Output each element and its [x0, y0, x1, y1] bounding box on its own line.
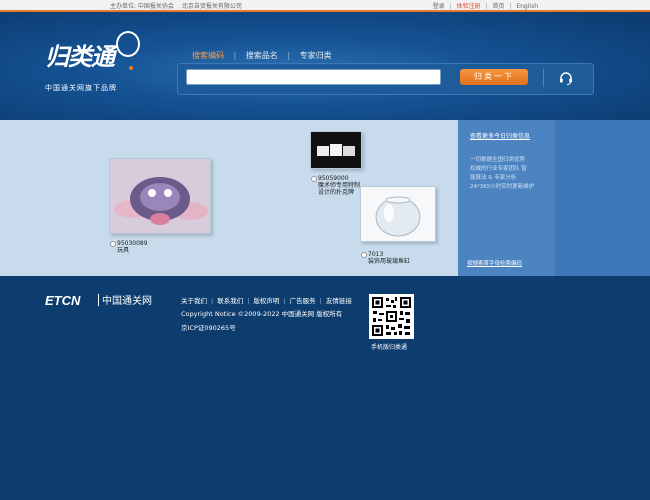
footer-links: 关于我们 | 联系我们 | 版权声明 | 广告服务 | 友情链接 — [181, 297, 352, 305]
footer-link-about[interactable]: 关于我们 — [181, 297, 207, 305]
sidebar-line: 能算法 & 专家分析 — [470, 175, 517, 181]
bullet-icon — [311, 176, 317, 182]
product-caption[interactable]: 95030089 玩具 — [117, 240, 148, 254]
footer-link-ads[interactable]: 广告服务 — [290, 297, 316, 305]
sidebar-line: 一切数据全国归类优势 — [470, 157, 526, 163]
search-tabs: 搜索编码 | 搜索品名 | 专家归类 — [192, 51, 332, 60]
product-caption[interactable]: 95059000 魔术师专用特制设计的扑克牌 — [318, 175, 363, 196]
sponsor-text: 主办单位: 中国报关协会 — [110, 3, 174, 10]
header: 归类通 中国通关网旗下品牌 搜索编码 | 搜索品名 | 专家归类 归类一下 — [0, 12, 650, 120]
etcn-logo[interactable]: ETCN 中国通关网 — [45, 292, 167, 308]
footer-link-contact[interactable]: 联系我们 — [217, 297, 243, 305]
bullet-icon — [361, 252, 367, 258]
tab-expert-classify[interactable]: 专家归类 — [300, 51, 332, 60]
product-name: 玩具 — [117, 247, 130, 254]
product-caption[interactable]: 7013 装饰用玻璃鱼缸 — [368, 251, 410, 265]
sidebar-line: 权威的行业专家团队 智 — [470, 166, 527, 172]
register-link[interactable]: 体验注册 — [457, 3, 481, 10]
logo-ring-icon — [116, 31, 140, 57]
sidebar-bottom-link[interactable]: 按搜索首字母检索编码 — [467, 259, 522, 267]
account-links: 登录 | 体验注册 | 首页 | English — [432, 3, 538, 10]
login-link[interactable]: 登录 — [433, 3, 445, 10]
sidebar-line: 24*365小时实时更新维护 — [470, 184, 535, 190]
site-logo[interactable]: 归类通 中国通关网旗下品牌 — [45, 31, 140, 97]
product-image-cards[interactable] — [310, 131, 362, 169]
etcn-brand-text: ETCN — [45, 293, 81, 308]
footer-link-friends[interactable]: 友情链接 — [326, 297, 352, 305]
top-utility-bar: 主办单位: 中国报关协会 北京自贸报关有限公司 登录 | 体验注册 | 首页 |… — [0, 0, 650, 10]
logo-name: 归类通 — [45, 43, 115, 71]
qr-caption: 手机版归类通 — [371, 344, 408, 351]
home-link[interactable]: 首页 — [492, 3, 504, 10]
sponsor-info: 主办单位: 中国报关协会 北京自贸报关有限公司 — [110, 1, 242, 10]
tab-search-name[interactable]: 搜索品名 — [246, 51, 278, 60]
product-code: 95059000 — [318, 175, 349, 182]
footer-link-copyright[interactable]: 版权声明 — [253, 297, 279, 305]
info-sidebar — [458, 120, 650, 276]
qr-code-icon — [369, 294, 414, 339]
bullet-icon — [110, 241, 116, 247]
classify-button[interactable]: 归类一下 — [460, 69, 528, 85]
tab-search-code[interactable]: 搜索编码 — [192, 51, 224, 60]
divider — [543, 69, 544, 87]
logo-dot-icon — [129, 66, 133, 70]
product-image-toy[interactable] — [109, 158, 211, 234]
company-text: 北京自贸报关有限公司 — [181, 3, 242, 10]
english-link[interactable]: English — [516, 3, 538, 10]
product-code: 7013 — [368, 251, 384, 258]
copyright-text: Copyright Notice ©2009-2022 中国通关网 版权所有 — [181, 310, 343, 318]
sidebar-title-link[interactable]: 查看更多今日归类信息 — [470, 131, 530, 140]
product-name: 装饰用玻璃鱼缸 — [368, 258, 411, 265]
search-input[interactable] — [186, 69, 441, 85]
product-image-fishbowl[interactable] — [360, 186, 436, 242]
logo-tagline: 中国通关网旗下品牌 — [45, 84, 117, 92]
search-box: 归类一下 — [177, 63, 594, 95]
etcn-brand-cn: 中国通关网 — [102, 294, 152, 307]
product-code: 95030089 — [117, 240, 148, 247]
headset-icon[interactable] — [558, 70, 574, 86]
product-name: 魔术师专用特制设计的扑克牌 — [318, 182, 361, 196]
icp-license[interactable]: 京ICP证090265号 — [181, 322, 236, 332]
